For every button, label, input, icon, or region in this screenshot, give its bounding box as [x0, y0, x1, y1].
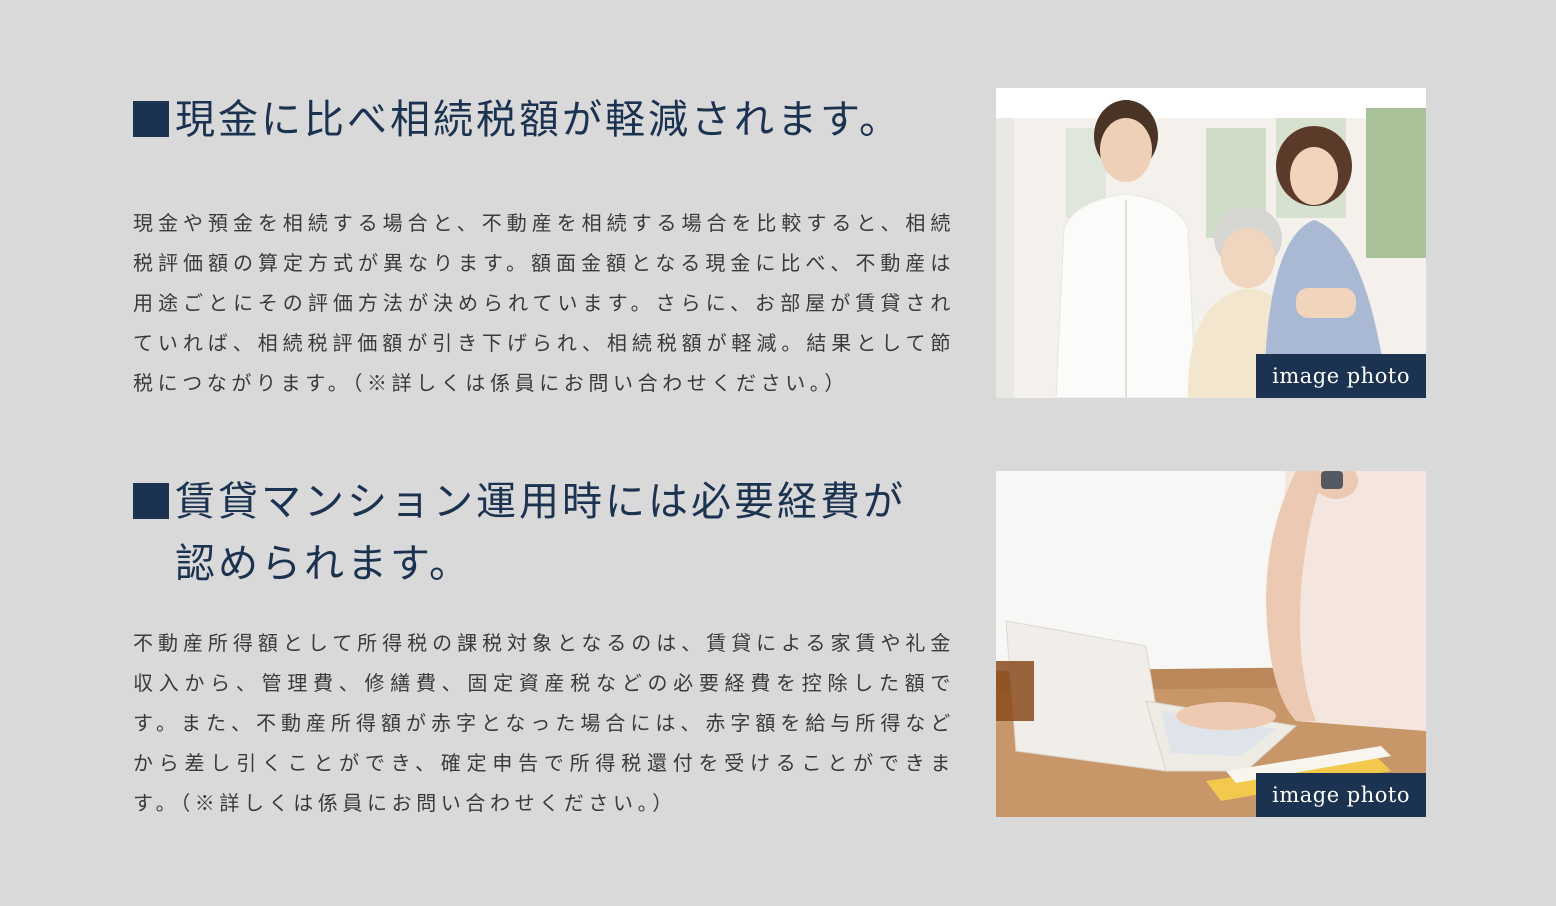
- family-photo: image photo: [996, 88, 1426, 398]
- heading-line-2: 認められます。: [175, 541, 472, 587]
- heading-line-1: 賃貸マンション運用時には必要経費が: [175, 479, 906, 525]
- section-body-text: 不動産所得額として所得税の課税対象となるのは、賃貸による家賃や礼金収入から、管理…: [133, 631, 955, 815]
- heading-line-1: 現金に比べ相続税額が軽減されます。: [175, 97, 902, 143]
- section-heading: 現金に比べ相続税額が軽減されます。: [133, 89, 923, 151]
- laptop-phone-illustration: [996, 471, 1426, 817]
- laptop-phone-photo: image photo: [996, 471, 1426, 817]
- photo-label: image photo: [1256, 354, 1426, 398]
- photo-label: image photo: [1256, 773, 1426, 817]
- section-heading: 賃貸マンション運用時には必要経費が 認められます。: [133, 471, 923, 595]
- square-bullet-icon: [133, 101, 169, 137]
- section-body-text: 現金や預金を相続する場合と、不動産を相続する場合を比較すると、相続税評価額の算定…: [133, 211, 955, 395]
- square-bullet-icon: [133, 483, 169, 519]
- family-photo-illustration: [996, 88, 1426, 398]
